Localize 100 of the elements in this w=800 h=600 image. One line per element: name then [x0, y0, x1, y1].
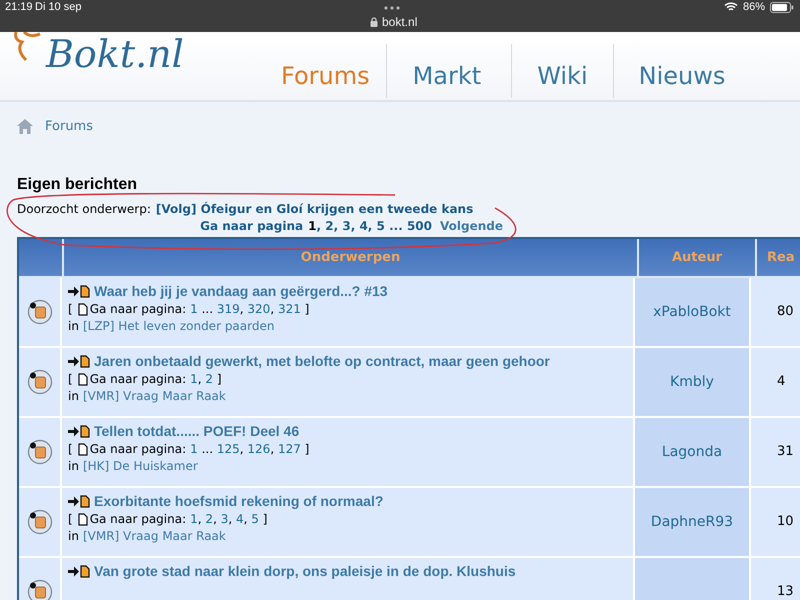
page-separator: , — [228, 512, 234, 526]
pagination-label: Ga naar pagina — [200, 219, 304, 233]
pages-label: Ga naar pagina: — [90, 512, 186, 526]
author-link[interactable]: Lagonda — [662, 444, 722, 460]
date: Di 10 sep — [35, 1, 82, 13]
page-separator: , — [316, 219, 322, 233]
forum-link[interactable]: [VMR] Vraag Maar Raak — [82, 529, 226, 543]
next-page-link[interactable]: Volgende — [440, 219, 503, 233]
page-separator: ] — [304, 302, 310, 316]
document-icon — [78, 372, 88, 386]
page-link[interactable]: 5 — [376, 219, 385, 233]
bracket: [ — [68, 442, 73, 456]
document-icon — [78, 442, 88, 456]
page-separator: , — [334, 219, 340, 233]
author-link[interactable]: Kmbly — [670, 374, 714, 390]
page-separator: ... — [388, 219, 404, 233]
forum-link[interactable]: [HK] De Huiskamer — [82, 459, 198, 473]
page-link[interactable]: 500 — [406, 219, 432, 233]
topic-title-link[interactable]: Waar heb jij je vandaag aan geërgerd...? #13 — [94, 283, 388, 299]
reply-count: 10 — [777, 514, 794, 529]
author-link[interactable]: DaphneR93 — [650, 514, 734, 530]
page-link[interactable]: 1 — [190, 512, 198, 526]
topic-title-link[interactable]: Exorbitante hoefsmid rekening of normaal? — [94, 493, 384, 509]
forum-link[interactable]: [LZP] Het leven zonder paarden — [82, 319, 274, 333]
page-link[interactable]: 2 — [325, 219, 334, 233]
breadcrumb-link[interactable]: Forums — [45, 119, 93, 134]
topic-title-link[interactable]: Van grote stad naar klein dorp, ons paleisje in de dop. Klushuis — [94, 563, 516, 579]
battery-percent: 86% — [742, 1, 765, 13]
page-separator: ... — [200, 442, 214, 456]
in-label: in — [68, 459, 79, 473]
reply-count: 80 — [777, 304, 794, 319]
page-link[interactable]: 125 — [216, 442, 240, 456]
page-link[interactable]: 126 — [247, 442, 270, 456]
page-link[interactable]: 1 — [190, 442, 198, 456]
url-text[interactable]: bokt.nl — [382, 15, 418, 29]
page-separator: , — [240, 442, 245, 456]
page-link[interactable]: 1 — [190, 372, 198, 386]
page-separator: , — [270, 442, 276, 456]
battery-icon — [770, 2, 794, 12]
nav-tab[interactable]: Nieuws — [612, 44, 742, 98]
more-icon[interactable] — [384, 6, 400, 10]
page-link[interactable]: 5 — [251, 512, 259, 526]
topic-status-icon — [26, 579, 52, 600]
in-label: in — [68, 389, 79, 403]
author-link[interactable]: xPabloBokt — [653, 304, 731, 320]
current-page: 1 — [308, 219, 316, 233]
topic-title-link[interactable]: Tellen totdat...... POEF! Deel 46 — [94, 423, 300, 439]
topic-link[interactable]: [Volg] Ófeigur en Gloí krijgen een tweede kans — [156, 202, 474, 216]
page-link[interactable]: 4 — [236, 512, 244, 526]
reply-count: 31 — [777, 444, 794, 459]
page-separator: ] — [262, 512, 268, 526]
column-header: Auteur — [639, 239, 757, 278]
nav-tab[interactable]: Wiki — [511, 44, 613, 98]
reply-count: 13 — [777, 584, 794, 599]
document-icon — [78, 512, 88, 526]
page-separator: , — [240, 302, 245, 316]
site-logo[interactable]: Bokt.nl — [46, 34, 184, 76]
page-heading: Eigen berichten — [17, 176, 138, 194]
page-separator: ... — [200, 302, 214, 316]
page-link[interactable]: 3 — [220, 512, 228, 526]
topic-status-icon — [26, 369, 52, 395]
bracket: [ — [68, 372, 73, 386]
forum-link[interactable]: [VMR] Vraag Maar Raak — [82, 389, 226, 403]
column-header: Rea — [757, 239, 800, 278]
page-separator: , — [198, 512, 203, 526]
searched-label: Doorzocht onderwerp: — [17, 202, 151, 216]
pages-label: Ga naar pagina: — [90, 372, 186, 386]
topic-status-icon — [26, 299, 52, 325]
pages-label: Ga naar pagina: — [90, 302, 186, 316]
page-separator: , — [213, 512, 218, 526]
page-separator: , — [368, 219, 374, 233]
page-link[interactable]: 320 — [247, 302, 270, 316]
arrow-document-icon — [68, 424, 90, 438]
page-link[interactable]: 3 — [342, 219, 351, 233]
arrow-document-icon — [68, 564, 90, 578]
page-separator: , — [350, 219, 356, 233]
page-separator: , — [270, 302, 276, 316]
in-label: in — [68, 319, 79, 333]
arrow-document-icon — [68, 494, 90, 508]
nav-tab[interactable]: Markt — [386, 44, 512, 98]
nav-tab[interactable]: Forums — [265, 44, 386, 98]
page-link[interactable]: 2 — [205, 372, 214, 386]
topic-title-link[interactable]: Jaren onbetaald gewerkt, met belofte op contract, maar geen gehoor — [94, 353, 550, 369]
page-link[interactable]: 4 — [359, 219, 368, 233]
pages-label: Ga naar pagina: — [90, 442, 186, 456]
arrow-document-icon — [68, 284, 90, 298]
page-separator: ] — [304, 442, 310, 456]
page-link[interactable]: 319 — [216, 302, 240, 316]
page-link[interactable]: 2 — [205, 512, 214, 526]
arrow-document-icon — [68, 354, 90, 368]
page-link[interactable]: 1 — [190, 302, 198, 316]
page-separator: , — [198, 372, 203, 386]
topic-status-icon — [26, 509, 52, 535]
bracket: [ — [68, 302, 73, 316]
topic-status-icon — [26, 439, 52, 465]
lock-icon — [370, 17, 378, 27]
in-label: in — [68, 529, 79, 543]
bracket: [ — [68, 512, 73, 526]
page-link[interactable]: 321 — [278, 302, 301, 316]
page-link[interactable]: 127 — [278, 442, 301, 456]
